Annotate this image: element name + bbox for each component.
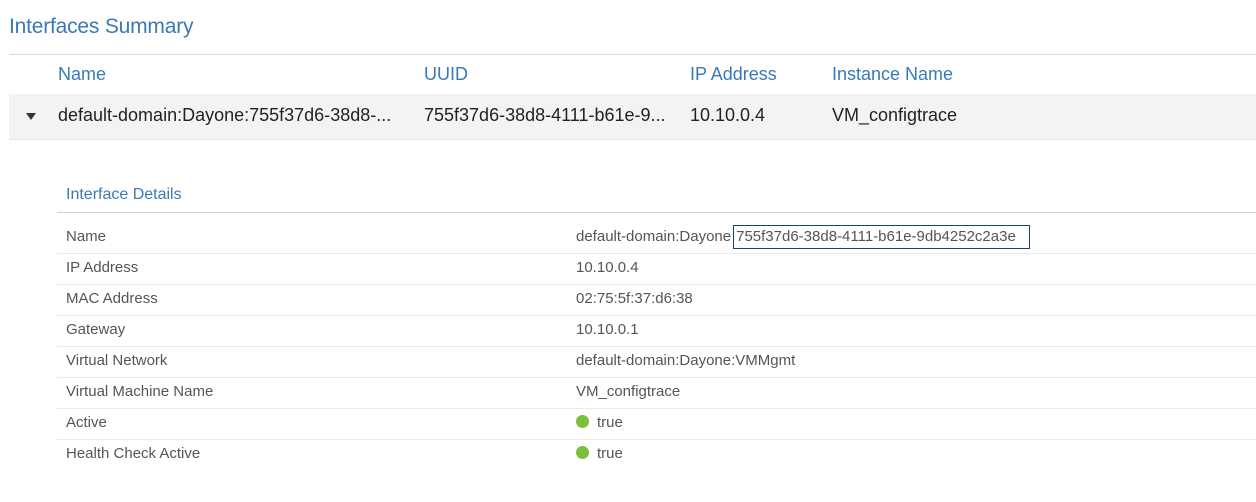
- table-row[interactable]: default-domain:Dayone:755f37d6-38d8-... …: [9, 94, 1256, 140]
- detail-label: Gateway: [66, 321, 126, 338]
- cell-uuid: 755f37d6-38d8-4111-b61e-9...: [424, 105, 666, 125]
- detail-row-virtual-machine-name: Virtual Machine Name VM_configtrace: [57, 377, 1256, 409]
- column-header-name[interactable]: Name: [58, 64, 106, 85]
- detail-row-ip-address: IP Address 10.10.0.4: [57, 253, 1256, 285]
- detail-row-virtual-network: Virtual Network default-domain:Dayone:VM…: [57, 346, 1256, 378]
- detail-row-active: Active true: [57, 408, 1256, 440]
- column-header-instance-name[interactable]: Instance Name: [832, 64, 953, 85]
- highlighted-uuid: 755f37d6-38d8-4111-b61e-9db4252c2a3e: [733, 225, 1030, 249]
- detail-value: 10.10.0.4: [576, 259, 639, 276]
- page-title: Interfaces Summary: [9, 15, 194, 38]
- detail-label: Active: [66, 414, 107, 431]
- detail-row-mac-address: MAC Address 02:75:5f:37:d6:38: [57, 284, 1256, 316]
- name-prefix: default-domain:Dayone: [576, 228, 732, 245]
- status-text: true: [597, 445, 623, 462]
- detail-row-health-check-active: Health Check Active true: [57, 439, 1256, 470]
- cell-instance-name: VM_configtrace: [832, 105, 958, 125]
- detail-value: default-domain:Dayone:VMMgmt: [576, 352, 796, 369]
- status-dot-icon: [576, 446, 589, 459]
- detail-label: MAC Address: [66, 290, 158, 307]
- details-title: Interface Details: [66, 186, 182, 203]
- detail-value: true: [576, 414, 623, 431]
- cell-ip-address: 10.10.0.4: [690, 105, 766, 125]
- detail-label: IP Address: [66, 259, 139, 276]
- grid-header: Name UUID IP Address Instance Name: [9, 54, 1256, 95]
- cell-name: default-domain:Dayone:755f37d6-38d8-...: [58, 105, 392, 125]
- status-text: true: [597, 414, 623, 431]
- detail-row-name: Name default-domain:Dayone 755f37d6-38d8-…: [57, 222, 1256, 254]
- detail-label: Name: [66, 228, 107, 245]
- status-dot-icon: [576, 415, 589, 428]
- detail-label: Virtual Machine Name: [66, 383, 214, 400]
- detail-value: default-domain:Dayone 755f37d6-38d8-4111-…: [576, 225, 1030, 249]
- caret-down-icon[interactable]: [26, 113, 36, 120]
- divider: [57, 212, 1256, 213]
- detail-value: true: [576, 445, 623, 462]
- detail-label: Health Check Active: [66, 445, 201, 462]
- detail-value: 02:75:5f:37:d6:38: [576, 290, 693, 307]
- detail-label: Virtual Network: [66, 352, 168, 369]
- detail-row-gateway: Gateway 10.10.0.1: [57, 315, 1256, 347]
- column-header-ip-address[interactable]: IP Address: [690, 64, 777, 85]
- column-header-uuid[interactable]: UUID: [424, 64, 468, 85]
- detail-value: VM_configtrace: [576, 383, 681, 400]
- detail-value: 10.10.0.1: [576, 321, 639, 338]
